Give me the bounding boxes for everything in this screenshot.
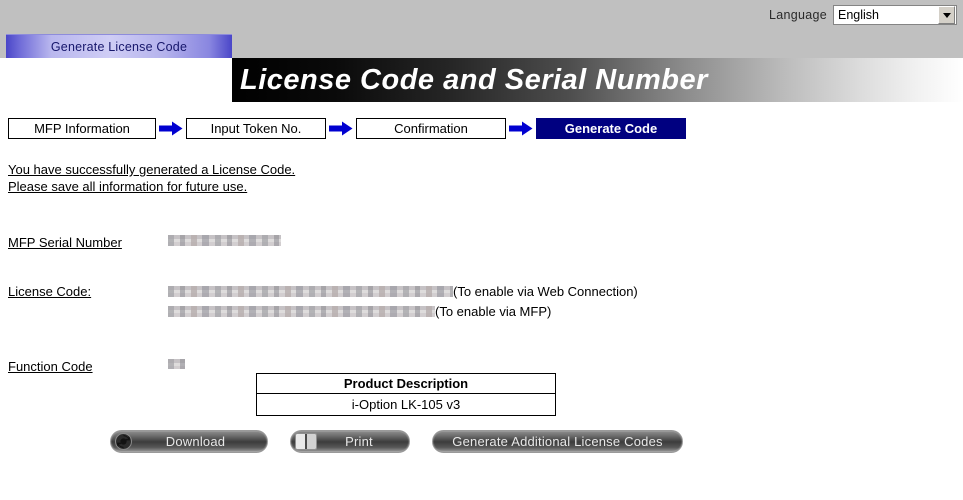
download-button[interactable]: Download [110, 430, 268, 453]
download-button-label: Download [165, 434, 226, 449]
page-banner: License Code and Serial Number [232, 58, 963, 102]
tab-strip-right [232, 32, 963, 58]
step-label: MFP Information [34, 121, 130, 136]
step-input-token-no[interactable]: Input Token No. [186, 118, 326, 139]
success-message: You have successfully generated a Licens… [8, 161, 295, 195]
mfp-serial-number-label: MFP Serial Number [8, 235, 122, 250]
step-label: Confirmation [394, 121, 468, 136]
mfp-serial-number-row: MFP Serial Number [8, 235, 281, 250]
language-selector-group: Language English [769, 5, 957, 25]
chevron-down-icon[interactable] [938, 6, 955, 24]
license-code-web-line: (To enable via Web Connection) [168, 284, 638, 299]
function-code-value-redacted [168, 359, 185, 369]
product-description-table: Product Description i-Option LK-105 v3 [256, 373, 556, 416]
action-button-bar: Download Print Generate Additional Licen… [110, 430, 683, 453]
printer-icon [295, 433, 317, 450]
language-selected-value: English [838, 8, 879, 22]
step-label: Generate Code [564, 121, 658, 136]
step-label: Input Token No. [210, 121, 302, 136]
function-code-label: Function Code [8, 359, 93, 374]
product-description-header: Product Description [257, 374, 555, 394]
print-button[interactable]: Print [290, 430, 410, 453]
license-code-web-value-redacted [168, 286, 453, 297]
arrow-right-icon [326, 121, 356, 136]
arrow-right-icon [506, 121, 536, 136]
license-code-mfp-line: (To enable via MFP) [168, 304, 638, 319]
top-bar: Language English [0, 0, 963, 32]
tab-generate-license-code[interactable]: Generate License Code [6, 34, 232, 58]
language-label: Language [768, 8, 827, 22]
tab-label: Generate License Code [50, 39, 188, 54]
mfp-serial-number-value-redacted [168, 235, 281, 246]
arrow-right-icon [156, 121, 186, 136]
print-button-label: Print [345, 434, 373, 449]
refresh-circle-icon [115, 433, 132, 450]
step-mfp-information[interactable]: MFP Information [8, 118, 156, 139]
success-message-line-2: Please save all information for future u… [8, 179, 248, 194]
generate-additional-license-codes-button[interactable]: Generate Additional License Codes [432, 430, 683, 453]
language-select[interactable]: English [833, 5, 957, 25]
generate-additional-license-codes-label: Generate Additional License Codes [452, 434, 663, 449]
license-code-web-note: (To enable via Web Connection) [453, 284, 638, 299]
step-generate-code[interactable]: Generate Code [536, 118, 686, 139]
license-code-mfp-note: (To enable via MFP) [435, 304, 552, 319]
license-code-label: License Code: [8, 284, 92, 299]
page-title: License Code and Serial Number [240, 63, 708, 96]
license-code-row: License Code: (To enable via Web Connect… [8, 284, 638, 319]
success-message-line-1: You have successfully generated a Licens… [8, 162, 296, 177]
license-code-mfp-value-redacted [168, 306, 435, 317]
product-description-value: i-Option LK-105 v3 [351, 397, 461, 412]
step-navigation: MFP Information Input Token No. Confirma… [8, 118, 686, 139]
step-confirmation[interactable]: Confirmation [356, 118, 506, 139]
function-code-row: Function Code [8, 359, 185, 374]
license-code-values: (To enable via Web Connection) (To enabl… [168, 284, 638, 319]
